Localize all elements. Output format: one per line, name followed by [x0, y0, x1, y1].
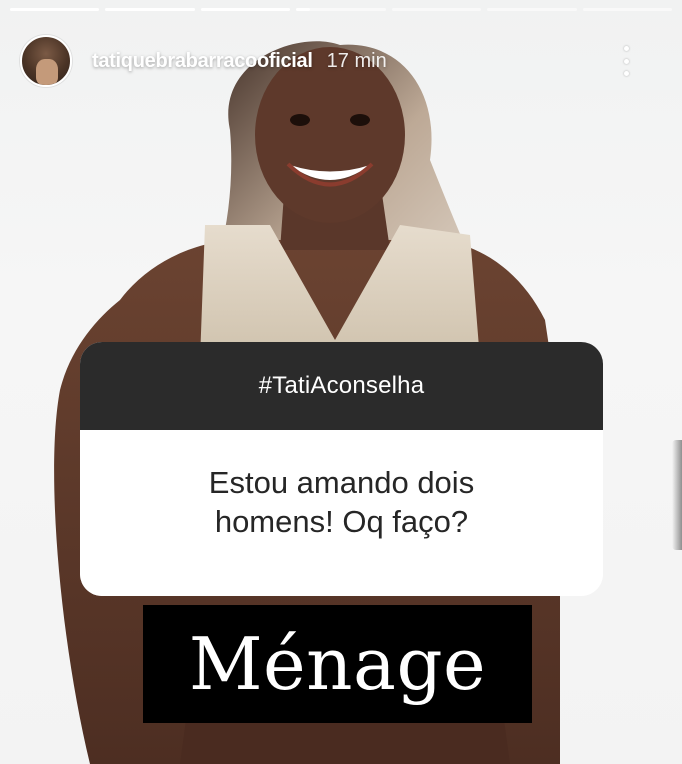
story-viewer[interactable]: tatiquebrabarracooficial 17 min #TatiAco…: [0, 0, 682, 764]
time-ago: 17 min: [326, 49, 387, 72]
more-dot: [623, 58, 629, 64]
progress-segment: [105, 8, 195, 11]
question-text: Estou amando dois homens! Oq faço?: [208, 465, 475, 539]
question-sticker-header: #TatiAconselha: [80, 342, 603, 430]
progress-segment: [391, 8, 482, 11]
progress-fill: [105, 8, 195, 11]
answer-text: Ménage: [188, 622, 487, 706]
progress-fill: [200, 8, 291, 11]
story-progress: [10, 8, 672, 11]
progress-segment: [487, 8, 577, 11]
progress-segment: [582, 8, 672, 11]
progress-fill: [10, 8, 100, 11]
answer-caption: Ménage: [143, 605, 532, 723]
more-dot: [623, 71, 629, 76]
progress-fill: [296, 8, 310, 11]
question-sticker-body: Estou amando dois homens! Oq faço?: [80, 430, 603, 596]
question-sticker-title: #TatiAconselha: [258, 372, 425, 399]
progress-segment: [10, 8, 100, 11]
username[interactable]: tatiquebrabarracooficial: [92, 50, 313, 73]
progress-segment: [296, 8, 386, 11]
progress-segment: [200, 8, 291, 11]
side-edge: [672, 440, 682, 550]
question-sticker[interactable]: #TatiAconselha Estou amando dois homens!…: [80, 342, 603, 596]
story-header: tatiquebrabarracooficial 17 min: [20, 34, 662, 88]
more-vertical-icon[interactable]: [618, 46, 634, 76]
more-dot: [623, 46, 629, 51]
avatar[interactable]: [20, 35, 72, 87]
